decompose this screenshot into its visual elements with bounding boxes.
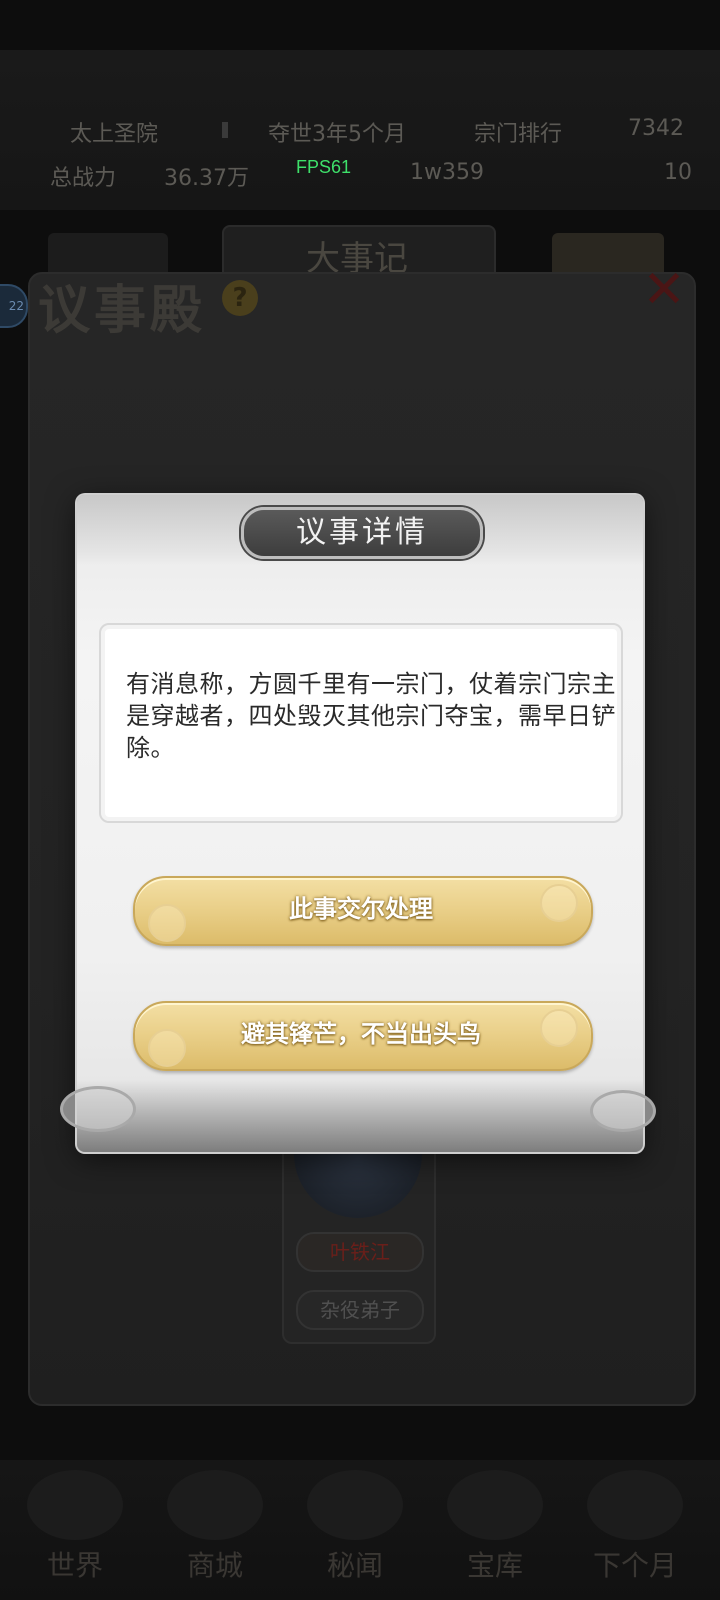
modal-cloud-decoration-bottom [77, 1080, 643, 1152]
world-icon [27, 1470, 123, 1540]
nav-item-label: 下个月 [592, 1549, 677, 1582]
hud-divider [222, 122, 228, 138]
nav-item-shop[interactable]: 商城 [150, 1470, 280, 1584]
treasury-icon [447, 1470, 543, 1540]
nav-item-label: 商城 [186, 1549, 243, 1582]
power-value: 36.37万 [164, 166, 249, 191]
rank-value: 7342 [628, 116, 684, 141]
description-text: 有消息称，方圆千里有一宗门，仗着宗门宗主是穿越者，四处毁灭其他宗门夺宝，需早日铲… [126, 670, 616, 762]
help-icon[interactable]: ? [222, 280, 258, 316]
extra-value: 10 [664, 160, 692, 185]
character-name: 叶铁江 [296, 1232, 424, 1272]
next-month-icon [587, 1470, 683, 1540]
rank-label[interactable]: 宗门排行 [474, 116, 562, 148]
choice-button-avoid-label[interactable]: 避其锋芒，不当出头鸟 [133, 1001, 589, 1067]
power-label: 总战力 [50, 166, 117, 191]
nav-item-world[interactable]: 世界 [10, 1470, 140, 1584]
cloud-swirl-icon [590, 1090, 656, 1132]
stone-value: 1w359 [410, 160, 484, 185]
fps-counter: FPS61 [296, 157, 352, 177]
choice-button-handle-label[interactable]: 此事交尔处理 [133, 876, 589, 942]
hall-title: 议事殿 [38, 280, 207, 341]
cloud-swirl-icon [60, 1086, 136, 1132]
character-role: 杂役弟子 [296, 1290, 424, 1330]
nav-item-label: 世界 [46, 1549, 103, 1582]
time-label: 夺世3年5个月 [268, 122, 406, 147]
notification-badge-icon[interactable]: 22 [0, 284, 28, 328]
shop-icon [167, 1470, 263, 1540]
nav-item-next-month[interactable]: 下个月 [570, 1470, 700, 1584]
nav-item-label: 宝库 [466, 1549, 523, 1582]
sect-name: 太上圣院 [70, 122, 159, 147]
nav-item-treasury[interactable]: 宝库 [430, 1470, 560, 1584]
nav-item-secrets[interactable]: 秘闻 [290, 1470, 420, 1584]
modal-title: 议事详情 [296, 515, 428, 550]
secrets-icon [307, 1470, 403, 1540]
nav-item-label: 秘闻 [326, 1549, 383, 1582]
close-icon[interactable]: ✕ [636, 262, 692, 318]
